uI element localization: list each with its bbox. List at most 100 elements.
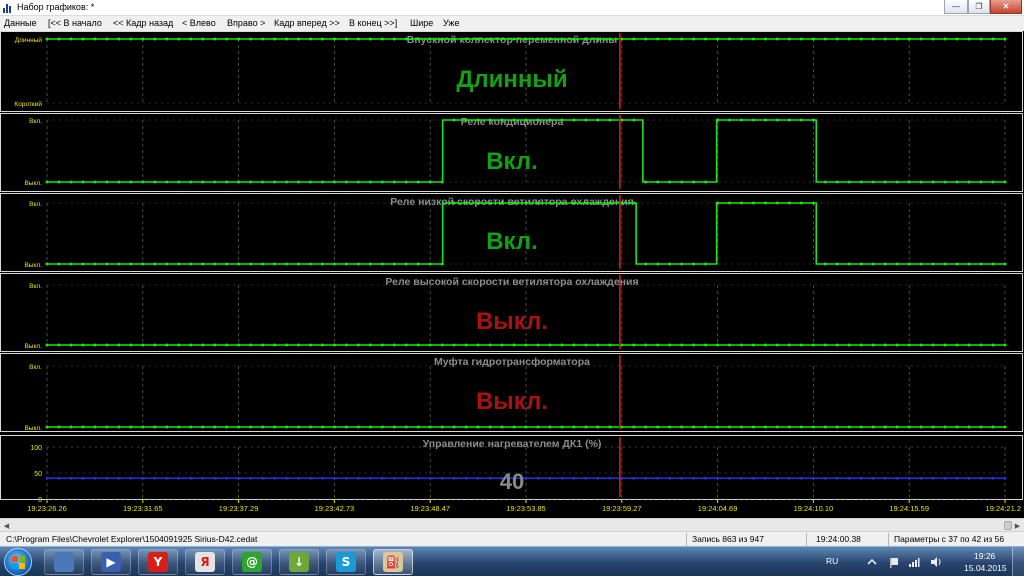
show-desktop-button[interactable] — [1012, 547, 1024, 576]
tray-clock-time[interactable]: 19:26 — [974, 551, 995, 561]
chart-2-level-low: Выкл. — [24, 180, 42, 187]
tray-network-icon[interactable] — [908, 556, 920, 568]
taskbar-icq-messenger-button[interactable]: @ — [232, 549, 272, 575]
menu-frame-forward[interactable]: Кадр вперед >> — [274, 18, 340, 28]
sample-point — [907, 37, 911, 41]
sample-point — [608, 476, 612, 480]
sample-point — [141, 262, 145, 266]
scroll-left-icon[interactable]: ◀ — [1, 520, 12, 531]
minimize-button[interactable]: — — [944, 0, 968, 14]
sample-point — [632, 425, 636, 429]
sample-point — [644, 262, 648, 266]
close-button[interactable]: ✕ — [990, 0, 1022, 14]
chart-5-sample-points — [45, 425, 1007, 429]
sample-point — [189, 180, 193, 184]
sample-point — [57, 37, 61, 41]
x-axis-tick-label: 19:23:37.29 — [219, 504, 259, 513]
start-button[interactable] — [4, 548, 32, 576]
taskbar-file-explorer-button[interactable] — [44, 549, 84, 575]
taskbar-download-manager-button[interactable]: ↓ — [279, 549, 319, 575]
taskbar-chevrolet-explorer-button[interactable]: ⛽ — [373, 549, 413, 575]
sample-point — [129, 476, 133, 480]
sample-point — [871, 343, 875, 347]
menu-wider[interactable]: Шире — [410, 18, 433, 28]
chart-3-current-value: Вкл. — [486, 228, 538, 255]
sample-point — [213, 180, 217, 184]
sample-point — [596, 476, 600, 480]
menu-go-end[interactable]: В конец >>] — [349, 18, 397, 28]
scroll-thumb[interactable] — [1004, 521, 1012, 530]
sample-point — [620, 37, 624, 41]
sample-point — [656, 476, 660, 480]
maximize-button[interactable]: ❐ — [968, 0, 990, 14]
tray-flag-icon[interactable] — [888, 556, 900, 568]
sample-point — [117, 343, 121, 347]
sample-point — [704, 262, 708, 266]
charts-area[interactable]: Впускной коллектор переменной длины Длинн… — [0, 31, 1024, 518]
taskbar-media-player-button[interactable]: ▶ — [91, 549, 131, 575]
sample-point — [296, 37, 300, 41]
menu-right[interactable]: Вправо > — [227, 18, 265, 28]
chart-1-sample-points — [45, 37, 1007, 41]
sample-point — [835, 262, 839, 266]
sample-point — [632, 343, 636, 347]
charts-svg[interactable]: Впускной коллектор переменной длиныДлинн… — [0, 31, 1024, 518]
taskbar-yandex-search-button[interactable]: Я — [185, 549, 225, 575]
menu-left[interactable]: < Влево — [182, 18, 216, 28]
sample-point — [919, 262, 923, 266]
sample-point — [93, 425, 97, 429]
scroll-right-icon[interactable]: ▶ — [1012, 520, 1023, 531]
menu-frame-back[interactable]: << Кадр назад — [113, 18, 173, 28]
sample-point — [69, 37, 73, 41]
menu-data[interactable]: Данные — [4, 18, 37, 28]
sample-point — [296, 180, 300, 184]
tray-clock-date[interactable]: 15.04.2015 — [964, 563, 1007, 573]
sample-point — [356, 476, 360, 480]
sample-point — [237, 262, 241, 266]
sample-point — [45, 343, 49, 347]
sample-point — [668, 425, 672, 429]
sample-point — [596, 118, 600, 122]
sample-point — [979, 476, 983, 480]
sample-point — [656, 425, 660, 429]
sample-point — [775, 425, 779, 429]
sample-point — [716, 425, 720, 429]
menu-go-start[interactable]: [<< В начало — [48, 18, 102, 28]
sample-point — [237, 37, 241, 41]
sample-point — [308, 180, 312, 184]
sample-point — [476, 37, 480, 41]
sample-point — [476, 425, 480, 429]
sample-point — [177, 180, 181, 184]
chart-5-current-value: Выкл. — [476, 388, 548, 415]
sample-point — [404, 476, 408, 480]
sample-point — [943, 343, 947, 347]
sample-point — [847, 425, 851, 429]
sample-point — [392, 262, 396, 266]
tray-language[interactable]: RU — [826, 556, 838, 566]
horizontal-scrollbar[interactable]: ◀ ▶ — [0, 518, 1024, 531]
sample-point — [584, 476, 588, 480]
sample-point — [428, 476, 432, 480]
sample-point — [368, 37, 372, 41]
sample-point — [213, 262, 217, 266]
menu-narrower[interactable]: Уже — [443, 18, 459, 28]
sample-point — [680, 180, 684, 184]
sample-point — [105, 180, 109, 184]
sample-point — [488, 343, 492, 347]
tray-volume-icon[interactable] — [930, 556, 942, 568]
sample-point — [524, 201, 528, 205]
sample-point — [584, 118, 588, 122]
sample-point — [764, 476, 767, 480]
taskbar-skype-button[interactable]: S — [326, 549, 366, 575]
sample-point — [368, 180, 372, 184]
taskbar-yandex-browser-button[interactable]: Y — [138, 549, 178, 575]
chart-6-y-tick: 50 — [34, 471, 42, 478]
sample-point — [704, 476, 708, 480]
sample-point — [931, 262, 935, 266]
tray-expand-icon[interactable] — [866, 556, 878, 568]
sample-point — [261, 37, 265, 41]
sample-point — [452, 201, 456, 205]
chart-4-sample-points — [45, 343, 1007, 347]
media-player-icon: ▶ — [101, 552, 121, 572]
x-axis-tick-label: 19:23:48.47 — [410, 504, 450, 513]
